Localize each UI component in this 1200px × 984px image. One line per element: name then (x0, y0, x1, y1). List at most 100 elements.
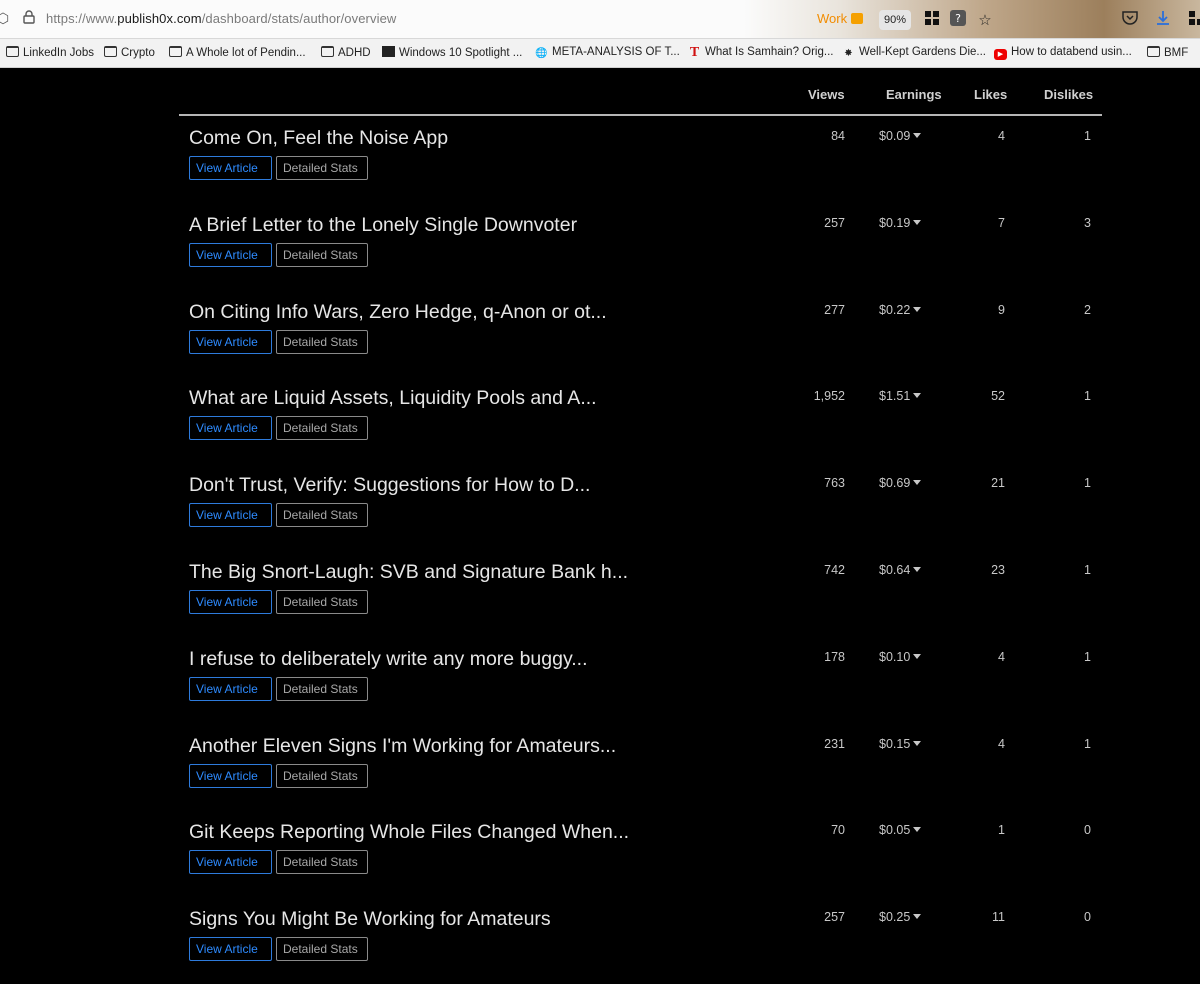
bookmark-well-kept-gardens[interactable]: ✸ Well-Kept Gardens Die... (842, 46, 986, 59)
article-title[interactable]: I refuse to deliberately write any more … (189, 648, 588, 671)
bookmark-databend[interactable]: ▶ How to databend usin... (994, 46, 1132, 60)
detailed-stats-button[interactable]: Detailed Stats (276, 242, 368, 267)
view-article-button[interactable]: View Article (189, 937, 272, 962)
spotlight-icon (382, 46, 395, 57)
earnings-dropdown[interactable]: $0.69 (879, 476, 937, 490)
lock-icon[interactable] (20, 10, 38, 28)
url-path: /dashboard/stats/author/overview (201, 11, 397, 26)
folder-icon (6, 46, 19, 57)
container-label: Work (817, 11, 848, 26)
likes-count: 4 (998, 736, 1005, 751)
detailed-stats-button[interactable]: Detailed Stats (276, 590, 368, 614)
dislikes-count: 3 (1084, 215, 1091, 230)
detailed-stats-button[interactable]: Detailed Stats (276, 850, 368, 875)
article-title[interactable]: On Citing Info Wars, Zero Hedge, q-Anon … (189, 301, 607, 324)
bookmark-windows-spotlight[interactable]: Windows 10 Spotlight ... (382, 46, 522, 59)
briefcase-icon (851, 13, 864, 24)
earnings-dropdown[interactable]: $0.19 (879, 216, 937, 230)
likes-count: 21 (991, 476, 1005, 491)
dislikes-count: 0 (1084, 823, 1091, 838)
earnings-value: $0.25 (879, 910, 911, 925)
article-title[interactable]: Come On, Feel the Noise App (189, 127, 448, 150)
table-row: What are Liquid Assets, Liquidity Pools … (179, 376, 1102, 463)
article-title[interactable]: A Brief Letter to the Lonely Single Down… (189, 214, 577, 237)
bookmark-pending[interactable]: A Whole lot of Pendin... (169, 46, 306, 59)
likes-count: 11 (992, 910, 1005, 925)
bookmark-label: META-ANALYSIS OF T... (552, 46, 680, 58)
detailed-stats-button[interactable]: Detailed Stats (276, 937, 368, 962)
views-count: 70 (831, 823, 845, 838)
table-row: A Brief Letter to the Lonely Single Down… (179, 203, 1102, 290)
url-field[interactable]: https://www.publish0x.com/dashboard/stat… (46, 11, 396, 26)
grid-icon[interactable] (922, 10, 942, 30)
bookmarks-bar: LinkedIn Jobs Crypto A Whole lot of Pend… (0, 39, 1200, 68)
view-article-button[interactable]: View Article (189, 763, 272, 788)
detailed-stats-button[interactable]: Detailed Stats (276, 416, 368, 441)
shield-icon[interactable]: ⬡ (0, 10, 12, 28)
header-dislikes[interactable]: Dislikes (1044, 87, 1093, 102)
likes-count: 7 (998, 215, 1005, 230)
view-article-button[interactable]: View Article (189, 242, 272, 267)
bookmark-meta-analysis[interactable]: 🌐 META-ANALYSIS OF T... (535, 46, 680, 59)
earnings-dropdown[interactable]: $0.10 (879, 650, 937, 664)
view-article-button[interactable]: View Article (189, 850, 272, 875)
earnings-dropdown[interactable]: $1.51 (879, 389, 937, 403)
page-content: Views Earnings Likes Dislikes Come On, F… (0, 69, 1200, 962)
view-article-button[interactable]: View Article (189, 156, 272, 180)
earnings-dropdown[interactable]: $0.25 (879, 910, 937, 924)
bookmark-label: Crypto (121, 47, 155, 59)
header-earnings[interactable]: Earnings (886, 87, 942, 102)
bookmark-label: LinkedIn Jobs (23, 47, 94, 59)
view-article-button[interactable]: View Article (189, 329, 272, 354)
detailed-stats-button[interactable]: Detailed Stats (276, 503, 368, 528)
earnings-dropdown[interactable]: $0.15 (879, 737, 937, 751)
bookmark-samhain[interactable]: T What Is Samhain? Orig... (688, 46, 834, 60)
bookmark-star-icon[interactable]: ☆ (975, 10, 995, 30)
header-likes[interactable]: Likes (974, 87, 1007, 102)
earnings-value: $0.64 (879, 563, 911, 577)
view-article-button[interactable]: View Article (189, 676, 272, 701)
article-title[interactable]: Don't Trust, Verify: Suggestions for How… (189, 474, 590, 497)
detailed-stats-button[interactable]: Detailed Stats (276, 329, 368, 354)
detailed-stats-button[interactable]: Detailed Stats (276, 676, 368, 701)
svg-text:?: ? (955, 12, 961, 25)
view-article-button[interactable]: View Article (189, 590, 272, 614)
extensions-icon[interactable] (1186, 10, 1200, 30)
header-views[interactable]: Views (808, 87, 845, 102)
bookmark-linkedin-jobs[interactable]: LinkedIn Jobs (6, 46, 94, 59)
bookmark-bmf[interactable]: BMF (1147, 46, 1188, 59)
view-article-button[interactable]: View Article (189, 416, 272, 441)
article-title[interactable]: The Big Snort-Laugh: SVB and Signature B… (189, 561, 628, 584)
table-row: Don't Trust, Verify: Suggestions for How… (179, 463, 1102, 550)
article-title[interactable]: Git Keeps Reporting Whole Files Changed … (189, 821, 629, 844)
bookmark-label: ADHD (338, 47, 371, 59)
detailed-stats-button[interactable]: Detailed Stats (276, 156, 368, 180)
views-count: 257 (824, 215, 845, 230)
download-icon[interactable] (1153, 10, 1173, 30)
star-burst-icon: ✸ (844, 48, 853, 59)
bookmark-adhd[interactable]: ADHD (321, 46, 371, 59)
earnings-value: $0.09 (879, 129, 911, 143)
help-icon[interactable]: ? (948, 10, 968, 30)
earnings-dropdown[interactable]: $0.64 (879, 563, 937, 577)
earnings-dropdown[interactable]: $0.09 (879, 129, 937, 143)
detailed-stats-button[interactable]: Detailed Stats (276, 763, 368, 788)
article-title[interactable]: What are Liquid Assets, Liquidity Pools … (189, 387, 597, 410)
view-article-button[interactable]: View Article (189, 503, 272, 528)
article-title[interactable]: Signs You Might Be Working for Amateurs (189, 908, 551, 931)
bookmark-label: What Is Samhain? Orig... (705, 46, 834, 58)
bookmark-crypto[interactable]: Crypto (104, 46, 155, 59)
table-row: I refuse to deliberately write any more … (179, 637, 1102, 724)
container-badge[interactable]: Work (817, 11, 864, 26)
earnings-value: $0.22 (879, 302, 911, 317)
zoom-level-button[interactable]: 90% (879, 10, 911, 30)
table-row: Another Eleven Signs I'm Working for Ama… (179, 724, 1102, 811)
likes-count: 4 (998, 649, 1005, 664)
article-title[interactable]: Another Eleven Signs I'm Working for Ama… (189, 735, 616, 758)
globe-icon: 🌐 (535, 48, 548, 59)
pocket-icon[interactable] (1120, 10, 1140, 30)
views-count: 84 (831, 129, 845, 143)
earnings-dropdown[interactable]: $0.05 (879, 823, 937, 837)
folder-icon (1147, 46, 1160, 57)
earnings-dropdown[interactable]: $0.22 (879, 303, 937, 317)
